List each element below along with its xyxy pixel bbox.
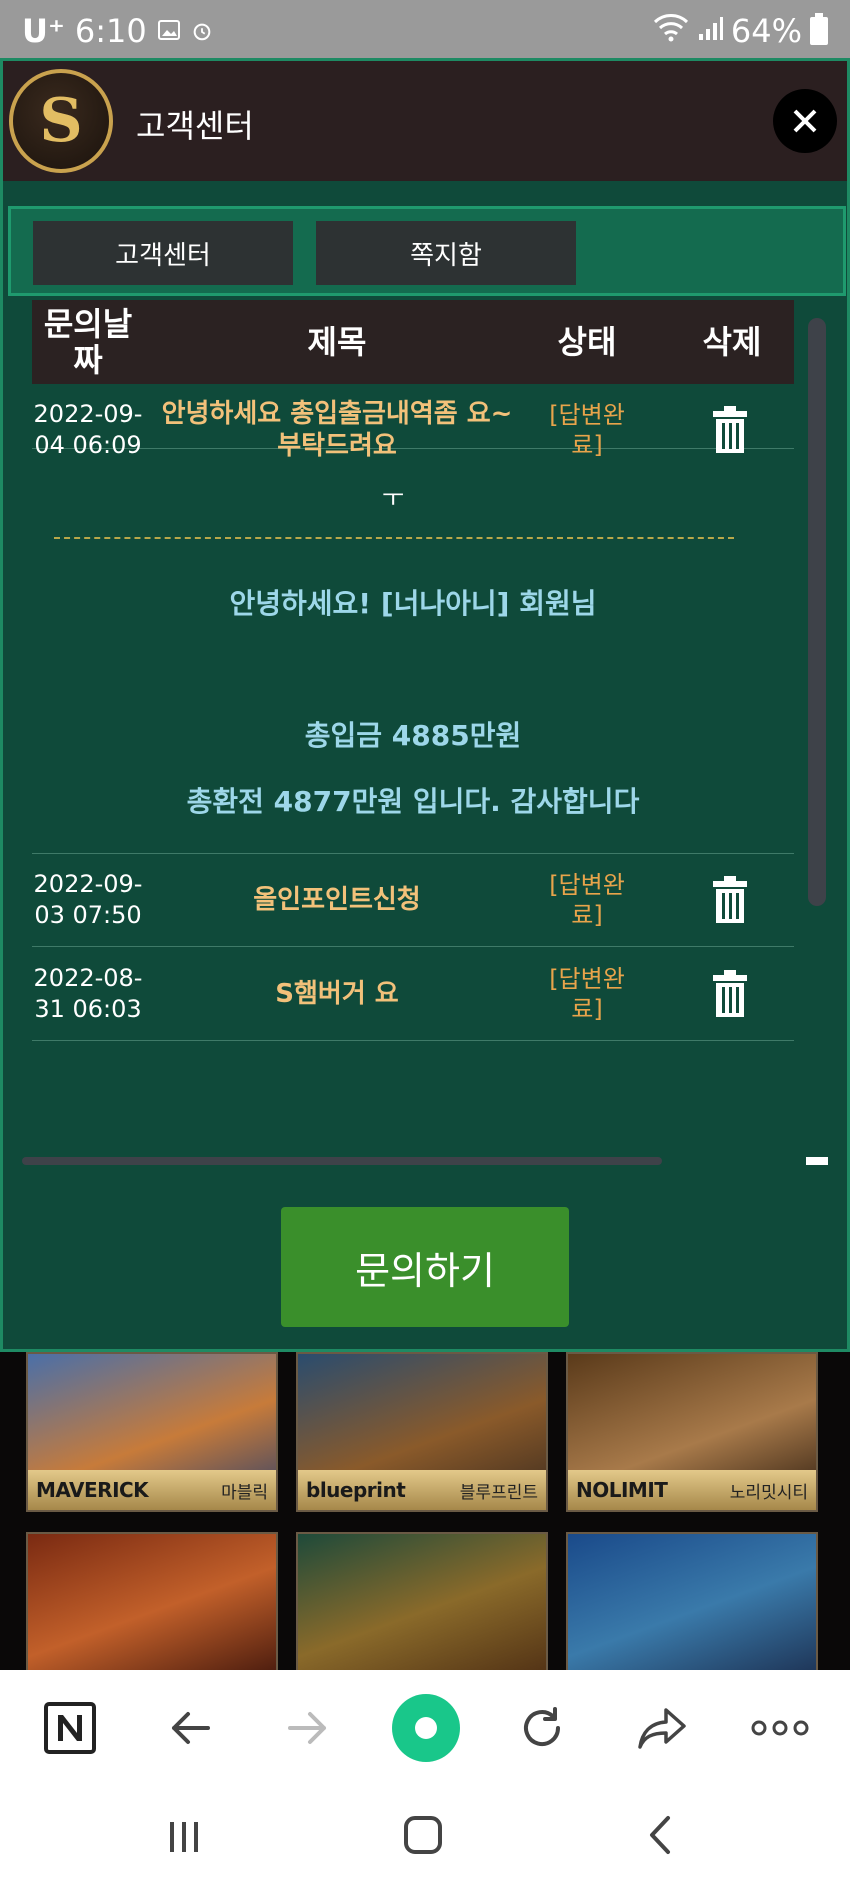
close-icon [793, 109, 817, 133]
row-status: [답변완료] [549, 964, 625, 1023]
provider-name: 마블릭 [221, 1482, 268, 1503]
refresh-button[interactable] [510, 1696, 574, 1760]
inquiry-table: 문의날짜 제목 상태 삭제 2022-09-04 06:09 안녕하세요 총입출… [32, 300, 794, 1145]
naver-green-dot-icon [392, 1694, 460, 1762]
close-button[interactable] [773, 89, 837, 153]
wifi-icon [653, 12, 689, 50]
system-navigation-bar [0, 1786, 850, 1889]
row-status: [답변완료] [549, 870, 625, 929]
share-icon [638, 1708, 686, 1749]
provider-label: MAVERICK 마블릭 [28, 1470, 276, 1510]
delete-button[interactable] [702, 853, 758, 946]
refresh-icon [524, 1707, 560, 1746]
header-status: 상태 [557, 323, 617, 361]
browser-toolbar [0, 1670, 850, 1786]
provider-artwork [298, 1534, 546, 1670]
provider-tile-blueprint[interactable]: blueprint 블루프린트 [296, 1352, 548, 1512]
divider [54, 537, 734, 539]
back-icon [172, 1712, 210, 1744]
provider-tile[interactable] [296, 1532, 548, 1670]
horizontal-scrollbar[interactable] [22, 1157, 662, 1165]
trash-icon [713, 969, 747, 1017]
status-bar: U⁺ 6:10 64% [0, 0, 850, 66]
tab-bar: 고객센터 쪽지함 [8, 206, 846, 296]
table-row[interactable]: 2022-08-31 06:03 S햄버거 요 [답변완료] [32, 947, 794, 1041]
forward-button[interactable] [276, 1696, 340, 1760]
header-title: 제목 [307, 323, 367, 361]
inquire-button[interactable]: 문의하기 [281, 1207, 569, 1327]
clock-time: 6:10 [74, 12, 147, 50]
provider-tile[interactable] [566, 1532, 818, 1670]
vertical-scrollbar[interactable] [808, 318, 826, 906]
provider-brand: NOLIMIT [576, 1478, 668, 1502]
expand-caret: ㅜ [382, 484, 405, 512]
naver-tab-icon [44, 1702, 96, 1754]
table-header: 문의날짜 제목 상태 삭제 [32, 300, 794, 384]
home-green-button[interactable] [390, 1692, 462, 1764]
table-row[interactable]: 2022-09-04 06:09 안녕하세요 총입출금내역좀 요~ 부탁드려요 … [32, 384, 794, 461]
provider-tile-nolimit[interactable]: NOLIMIT 노리밋시티 [566, 1352, 818, 1512]
site-logo: S [9, 69, 113, 173]
answer-panel: ㅜ 안녕하세요! [너나아니] 회원님 총입금 4885만원 총환전 4877만… [32, 448, 794, 854]
signal-icon [697, 12, 723, 50]
modal-title: 고객센터 [136, 107, 254, 145]
answer-withdraw: 총환전 4877만원 입니다. 감사합니다 [186, 785, 640, 818]
system-back-icon [650, 1816, 670, 1854]
gallery-notification-icon [157, 12, 181, 50]
game-provider-gallery: MAVERICK 마블릭 blueprint 블루프린트 NOLIMIT 노리밋… [0, 1352, 850, 1670]
row-date: 2022-08-31 06:03 [33, 963, 143, 1023]
modal-header: S 고객센터 [3, 61, 847, 181]
row-title[interactable]: 올인포인트신청 [152, 853, 522, 946]
trash-icon [713, 875, 747, 923]
home-icon [404, 1816, 442, 1854]
more-button[interactable] [748, 1696, 812, 1760]
share-button[interactable] [630, 1696, 694, 1760]
provider-brand: MAVERICK [36, 1478, 149, 1502]
recent-apps-button[interactable] [162, 1814, 206, 1862]
delete-button[interactable] [702, 947, 758, 1040]
header-date: 문의날짜 [43, 305, 133, 379]
provider-label: blueprint 블루프린트 [298, 1470, 546, 1510]
scroll-indicator [806, 1157, 828, 1165]
back-button[interactable] [158, 1696, 222, 1760]
provider-tile[interactable] [26, 1532, 278, 1670]
answer-deposit: 총입금 4885만원 [304, 719, 522, 752]
provider-artwork [568, 1534, 816, 1670]
carrier-label: U⁺ [22, 12, 65, 50]
home-button[interactable] [400, 1812, 446, 1862]
row-date: 2022-09-03 07:50 [33, 869, 143, 929]
provider-brand: blueprint [306, 1478, 406, 1502]
tab-message-box[interactable]: 쪽지함 [316, 221, 576, 285]
tab-customer-center[interactable]: 고객센터 [33, 221, 293, 285]
provider-artwork [28, 1534, 276, 1670]
recent-apps-icon [170, 1822, 198, 1852]
system-back-button[interactable] [640, 1812, 684, 1862]
tabs-button[interactable] [38, 1696, 102, 1760]
provider-tile-maverick[interactable]: MAVERICK 마블릭 [26, 1352, 278, 1512]
header-delete: 삭제 [702, 323, 762, 361]
trash-icon [713, 406, 747, 453]
provider-label: NOLIMIT 노리밋시티 [568, 1470, 816, 1510]
battery-percent: 64% [730, 12, 802, 50]
alarm-icon [191, 12, 213, 50]
battery-icon [810, 13, 828, 45]
table-row[interactable]: 2022-09-03 07:50 올인포인트신청 [답변완료] [32, 853, 794, 947]
forward-icon [288, 1712, 326, 1744]
row-title[interactable]: S햄버거 요 [152, 947, 522, 1040]
provider-name: 블루프린트 [459, 1482, 538, 1503]
provider-name: 노리밋시티 [729, 1482, 808, 1503]
answer-greeting: 안녕하세요! [너나아니] 회원님 [229, 587, 597, 620]
logo-letter: S [39, 86, 83, 156]
more-icon [751, 1720, 809, 1736]
